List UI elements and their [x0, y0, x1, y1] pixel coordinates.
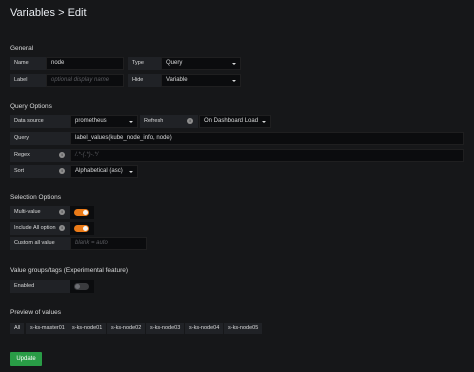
chevron-down-icon	[129, 171, 133, 173]
chevron-down-icon	[262, 121, 266, 123]
info-icon[interactable]: i	[187, 118, 193, 124]
preview-value: s-ks-node05	[224, 323, 263, 334]
sort-select-value: Alphabetical (asc)	[75, 168, 123, 174]
toggle-track	[74, 209, 89, 216]
refresh-label: Refresh i	[140, 115, 198, 128]
sort-select[interactable]: Alphabetical (asc)	[70, 165, 138, 178]
data-source-select[interactable]: prometheus	[70, 115, 138, 128]
preview-value: s-ks-node02	[107, 323, 146, 334]
enabled-label-text: Enabled	[14, 283, 35, 289]
hide-label-text: Hide	[132, 77, 144, 83]
toggle-knob	[83, 226, 88, 231]
general-section-title: General	[10, 45, 34, 52]
toggle-knob	[83, 210, 88, 215]
toggle-knob	[75, 284, 80, 289]
hide-label: Hide	[128, 74, 162, 87]
preview-section-title: Preview of values	[10, 309, 61, 316]
chevron-down-icon	[232, 80, 236, 82]
refresh-select-value: On Dashboard Load	[204, 118, 259, 124]
type-select-value: Query	[166, 60, 183, 66]
value-groups-section-title: Value groups/tags (Experimental feature)	[10, 267, 129, 274]
type-label: Type	[128, 57, 162, 70]
data-source-select-value: prometheus	[75, 118, 107, 124]
query-input[interactable]: label_values(kube_node_info, node)	[70, 132, 464, 145]
type-label-text: Type	[132, 60, 144, 66]
info-icon[interactable]: i	[59, 209, 65, 215]
regex-label-text: Regex	[14, 152, 30, 158]
toggle-track	[74, 225, 89, 232]
name-label-text: Name	[14, 60, 29, 66]
preview-value: s-ks-master01	[26, 323, 69, 334]
toggle-track	[74, 283, 89, 290]
chevron-down-icon	[232, 63, 236, 65]
include-all-toggle[interactable]	[70, 222, 94, 235]
hide-select[interactable]: Variable	[161, 74, 241, 87]
enabled-toggle[interactable]	[70, 280, 94, 293]
sort-label: Sort i	[10, 165, 70, 178]
multi-value-label-text: Multi-value	[14, 209, 41, 215]
preview-value: s-ks-node04	[185, 323, 224, 334]
name-input[interactable]: node	[46, 57, 124, 70]
enabled-label: Enabled	[10, 280, 70, 293]
multi-value-label: Multi-value i	[10, 206, 70, 219]
sort-label-text: Sort	[14, 168, 25, 174]
label-label-text: Label	[14, 77, 28, 83]
regex-input[interactable]: /.*-(.*)-.*/	[70, 149, 464, 162]
custom-all-label-text: Custom all value	[14, 240, 55, 246]
include-all-label: Include All option i	[10, 222, 70, 235]
multi-value-toggle[interactable]	[70, 206, 94, 219]
custom-all-label: Custom all value	[10, 237, 70, 250]
data-source-label: Data source	[10, 115, 70, 128]
label-label: Label	[10, 74, 46, 87]
refresh-select[interactable]: On Dashboard Load	[199, 115, 271, 128]
data-source-label-text: Data source	[14, 118, 44, 124]
page-title: Variables > Edit	[10, 7, 87, 19]
type-select[interactable]: Query	[161, 57, 241, 70]
refresh-label-text: Refresh	[144, 118, 164, 124]
info-icon[interactable]: i	[59, 168, 65, 174]
chevron-down-icon	[129, 121, 133, 123]
info-icon[interactable]: i	[59, 225, 65, 231]
update-button[interactable]: Update	[10, 352, 42, 366]
info-icon[interactable]: i	[59, 152, 65, 158]
query-options-section-title: Query Options	[10, 103, 52, 110]
label-input[interactable]: optional display name	[46, 74, 124, 87]
selection-options-section-title: Selection Options	[10, 194, 61, 201]
preview-value: s-ks-node03	[146, 323, 185, 334]
include-all-label-text: Include All option	[14, 225, 56, 231]
preview-value: All	[10, 323, 25, 334]
query-label-text: Query	[14, 135, 29, 141]
preview-value: s-ks-node01	[68, 323, 107, 334]
query-label: Query	[10, 132, 70, 145]
regex-label: Regex i	[10, 149, 70, 162]
custom-all-input[interactable]: blank = auto	[70, 237, 147, 250]
hide-select-value: Variable	[166, 77, 188, 83]
